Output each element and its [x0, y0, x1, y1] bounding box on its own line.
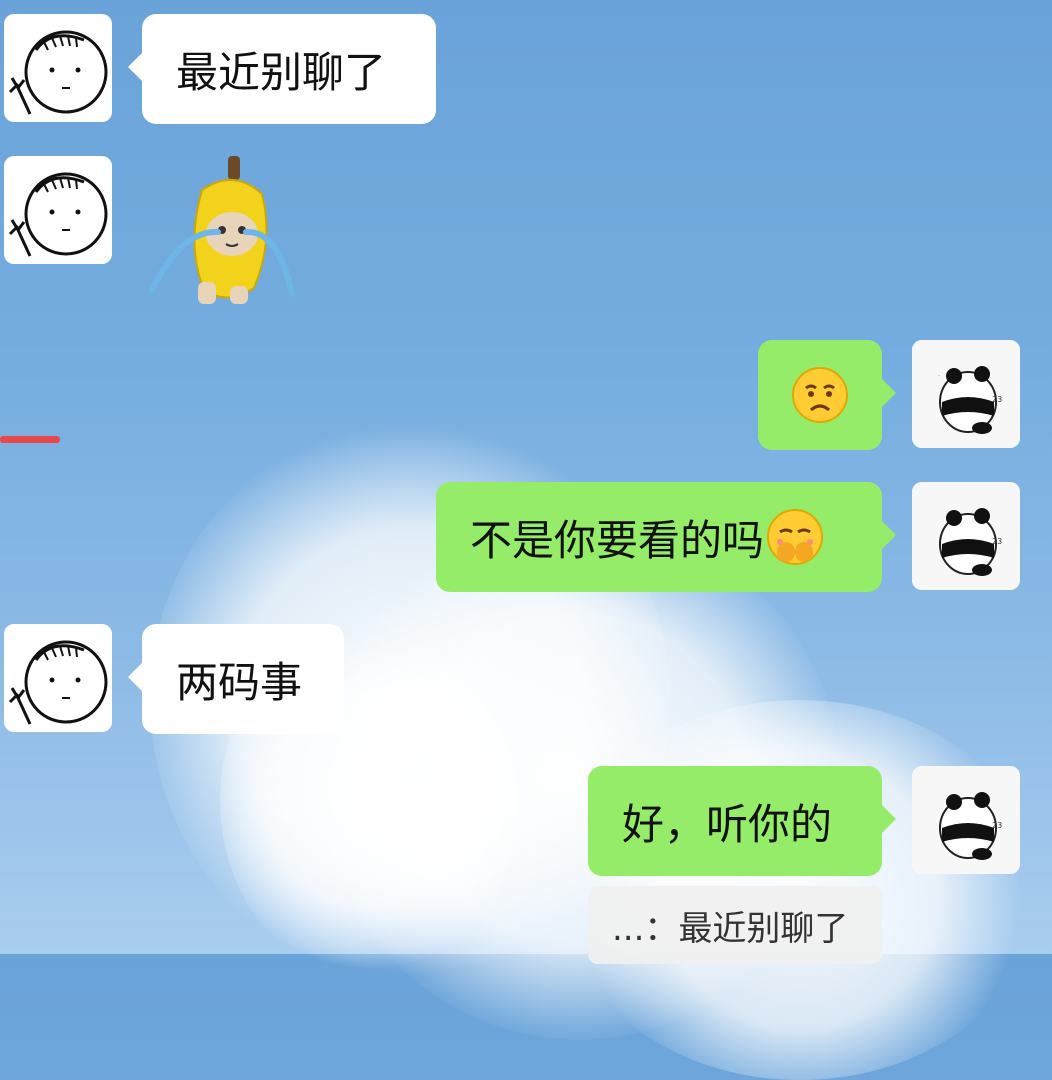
self-avatar[interactable]: 23 ·: [912, 340, 1020, 448]
message-text: 不是你要看的吗: [470, 515, 765, 565]
quote-text: 最近别聊了: [678, 908, 849, 949]
message-text: 好，听你的: [622, 799, 833, 849]
contact-avatar[interactable]: [4, 14, 112, 122]
message-bubble[interactable]: 两码事: [128, 624, 344, 734]
crying-banana-cat-sticker-icon: [149, 156, 295, 304]
svg-text:23: 23: [992, 537, 1002, 546]
svg-text:·: ·: [938, 372, 940, 380]
sticker-message[interactable]: [142, 150, 302, 310]
message-text: 最近别聊了: [176, 47, 387, 97]
message-bubble[interactable]: 不是你要看的吗: [436, 482, 896, 592]
message-bubble[interactable]: 最近别聊了: [128, 14, 436, 124]
panda-avatar-icon: 23: [912, 766, 1020, 874]
covering-mouth-emoji-icon: [767, 509, 824, 565]
contact-avatar[interactable]: [4, 624, 112, 732]
stickman-avatar-icon: [8, 640, 108, 725]
self-avatar[interactable]: 23: [912, 766, 1020, 874]
panda-avatar-icon: 23: [912, 482, 1020, 590]
panda-avatar-icon: 23 ·: [912, 340, 1020, 448]
message-text: 两码事: [176, 657, 303, 707]
unread-marker: [0, 436, 60, 443]
quote-prefix: ...：: [612, 908, 679, 949]
contact-avatar[interactable]: [4, 156, 112, 264]
message-bubble[interactable]: 好，听你的: [588, 766, 896, 876]
stickman-avatar-icon: [8, 30, 108, 115]
message-bubble[interactable]: [758, 340, 896, 450]
stickman-avatar-icon: [8, 172, 108, 257]
svg-text:23: 23: [992, 395, 1002, 404]
quoted-message[interactable]: ...： 最近别聊了: [588, 886, 882, 964]
svg-text:23: 23: [992, 821, 1002, 830]
self-avatar[interactable]: 23: [912, 482, 1020, 590]
sad-face-emoji-icon: [792, 367, 848, 423]
